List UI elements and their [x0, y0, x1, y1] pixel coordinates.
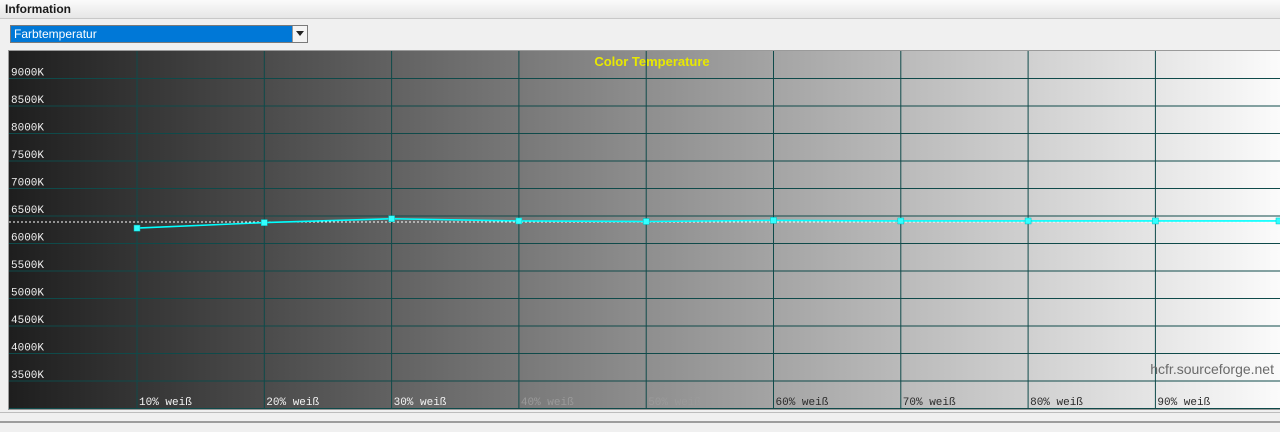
- chart-title: Color Temperature: [594, 54, 709, 69]
- y-tick-label: 7500K: [11, 150, 44, 162]
- y-tick-label: 4000K: [11, 343, 44, 355]
- color-temperature-chart: 9000K 8500K 8000K 7500K 7000K 6500K 6000K 5500K…: [9, 51, 1280, 409]
- data-point: [261, 219, 268, 226]
- data-point: [770, 217, 777, 224]
- x-tick-label: 10% weiß: [139, 397, 192, 409]
- chart-background: [9, 51, 1280, 409]
- y-tick-label: 3500K: [11, 370, 44, 382]
- y-tick-label: 9000K: [11, 68, 44, 80]
- y-tick-label: 6500K: [11, 205, 44, 217]
- y-tick-label: 6000K: [11, 233, 44, 245]
- x-tick-label: 80% weiß: [1030, 397, 1083, 409]
- y-tick-label: 5000K: [11, 288, 44, 300]
- panel-header: Information: [0, 0, 1280, 19]
- x-tick-label: 90% weiß: [1157, 397, 1210, 409]
- y-tick-label: 8500K: [11, 95, 44, 107]
- bottom-scrollbar[interactable]: [0, 412, 1280, 432]
- data-point: [1024, 217, 1032, 225]
- x-tick-label: 20% weiß: [266, 397, 319, 409]
- data-point: [515, 217, 523, 225]
- select-value: Farbtemperatur: [14, 27, 97, 41]
- chart-frame: 9000K 8500K 8000K 7500K 7000K 6500K 6000K 5500K…: [8, 50, 1280, 410]
- data-point: [133, 224, 141, 232]
- x-tick-label: 60% weiß: [776, 397, 829, 409]
- x-tick-label: 40% weiß: [521, 397, 574, 409]
- y-tick-label: 8000K: [11, 123, 44, 135]
- x-tick-label: 30% weiß: [394, 397, 447, 409]
- panel-title: Information: [5, 2, 71, 16]
- data-point: [388, 215, 395, 222]
- data-point: [897, 217, 905, 225]
- data-point: [1275, 217, 1280, 225]
- data-point: [1152, 217, 1159, 225]
- x-tick-label: 70% weiß: [903, 397, 956, 409]
- y-tick-label: 4500K: [11, 315, 44, 327]
- y-tick-label: 5500K: [11, 260, 44, 272]
- chevron-down-icon[interactable]: [292, 26, 307, 42]
- x-axis-ticks: 10% weiß 20% weiß 30% weiß 40% weiß 50% weiß…: [139, 397, 1211, 409]
- measurement-type-select[interactable]: Farbtemperatur: [10, 25, 308, 43]
- watermark-text: hcfr.sourceforge.net: [1150, 361, 1274, 377]
- data-point: [642, 218, 650, 225]
- toolbar: Farbtemperatur: [0, 19, 1280, 49]
- y-tick-label: 7000K: [11, 178, 44, 190]
- x-tick-label: 50% weiß: [648, 397, 701, 409]
